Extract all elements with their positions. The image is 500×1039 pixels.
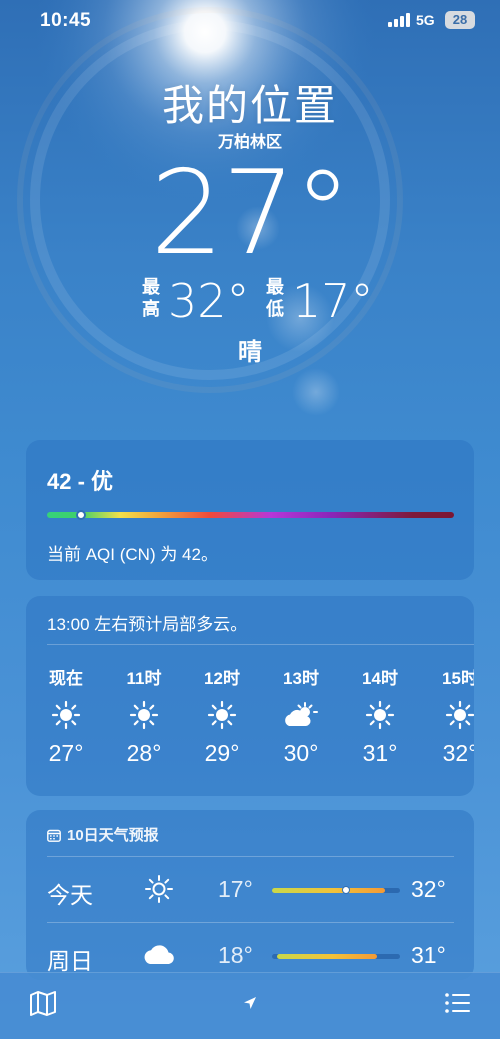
hour-temperature: 27° bbox=[48, 740, 84, 766]
hour-label: 12时 bbox=[204, 669, 240, 688]
high-temperature: 最高 32° bbox=[142, 274, 262, 328]
temperature-range-fill bbox=[272, 888, 385, 893]
cloud-icon bbox=[142, 938, 176, 972]
hourly-forecast-card[interactable]: 13:00 左右预计局部多云。 现在 27° 11时 28° 12时 29° 1… bbox=[26, 596, 474, 796]
sun-icon bbox=[129, 700, 159, 730]
sun-icon bbox=[142, 872, 176, 906]
hour-temperature: 31° bbox=[362, 740, 398, 766]
hour-temperature: 32° bbox=[442, 740, 474, 766]
temperature-range-bar bbox=[272, 886, 400, 894]
calendar-icon bbox=[47, 829, 61, 842]
network-type: 5G bbox=[416, 12, 435, 28]
aqi-scale-bar bbox=[47, 512, 454, 518]
day-row[interactable]: 今天 17° 32° bbox=[26, 858, 474, 922]
sun-icon bbox=[365, 700, 395, 730]
ten-day-forecast-card[interactable]: 10日天气预报 今天 17° 32° 周日 18° 31° bbox=[26, 810, 474, 980]
air-quality-card[interactable]: 42 - 优 当前 AQI (CN) 为 42。 bbox=[26, 440, 474, 580]
partly-cloudy-icon bbox=[283, 700, 319, 730]
sun-icon bbox=[445, 700, 474, 730]
temperature-range-fill bbox=[277, 954, 377, 959]
day-high-temperature: 32° bbox=[411, 876, 446, 902]
status-time: 10:45 bbox=[40, 10, 92, 31]
hour-label: 现在 bbox=[49, 669, 83, 688]
hour-temperature: 28° bbox=[126, 740, 162, 766]
divider bbox=[47, 922, 454, 923]
hour-label: 13时 bbox=[283, 669, 319, 688]
hourly-item: 14时 31° bbox=[350, 664, 410, 767]
high-label: 最高 bbox=[142, 277, 160, 319]
divider bbox=[47, 644, 474, 645]
hour-label: 15时 bbox=[442, 669, 474, 688]
hourly-item: 现在 27° bbox=[36, 664, 96, 767]
battery-icon: 28 bbox=[445, 11, 475, 29]
hourly-item: 12时 29° bbox=[192, 664, 252, 767]
status-bar: 10:45 5G 28 bbox=[0, 0, 500, 44]
weather-condition: 晴 bbox=[238, 339, 262, 366]
sun-icon bbox=[51, 700, 81, 730]
ten-day-header: 10日天气预报 bbox=[47, 824, 159, 845]
hourly-item: 15时 32° bbox=[430, 664, 474, 767]
signal-strength-icon bbox=[388, 13, 410, 27]
hour-temperature: 30° bbox=[283, 740, 319, 766]
day-low-temperature: 18° bbox=[218, 942, 253, 968]
ten-day-title: 10日天气预报 bbox=[67, 827, 159, 844]
low-value: 17° bbox=[292, 274, 374, 328]
hourly-item: 13时 30° bbox=[271, 664, 331, 767]
low-label: 最低 bbox=[266, 277, 284, 319]
day-name: 周日 bbox=[47, 948, 93, 974]
aqi-description: 当前 AQI (CN) 为 42。 bbox=[47, 545, 218, 564]
hour-temperature: 29° bbox=[204, 740, 240, 766]
sun-icon bbox=[207, 700, 237, 730]
divider bbox=[47, 856, 454, 857]
low-temperature: 最低 17° bbox=[266, 274, 386, 328]
location-title: 我的位置 bbox=[161, 82, 338, 129]
aqi-indicator-dot bbox=[76, 510, 87, 520]
map-icon[interactable] bbox=[27, 987, 59, 1019]
day-low-temperature: 17° bbox=[218, 876, 253, 902]
day-name: 今天 bbox=[47, 882, 93, 908]
temperature-range-bar bbox=[272, 954, 400, 959]
current-temperature: 27° bbox=[150, 146, 352, 281]
location-arrow-icon[interactable] bbox=[234, 987, 266, 1019]
aqi-value: 42 - 优 bbox=[47, 469, 114, 494]
list-icon[interactable] bbox=[442, 987, 474, 1019]
high-value: 32° bbox=[168, 274, 250, 328]
hour-label: 11时 bbox=[126, 669, 162, 688]
hour-label: 14时 bbox=[362, 669, 398, 688]
bottom-toolbar bbox=[0, 972, 500, 1039]
day-high-temperature: 31° bbox=[411, 942, 446, 968]
hourly-summary: 13:00 左右预计局部多云。 bbox=[47, 615, 248, 634]
hourly-item: 11时 28° bbox=[114, 664, 174, 767]
